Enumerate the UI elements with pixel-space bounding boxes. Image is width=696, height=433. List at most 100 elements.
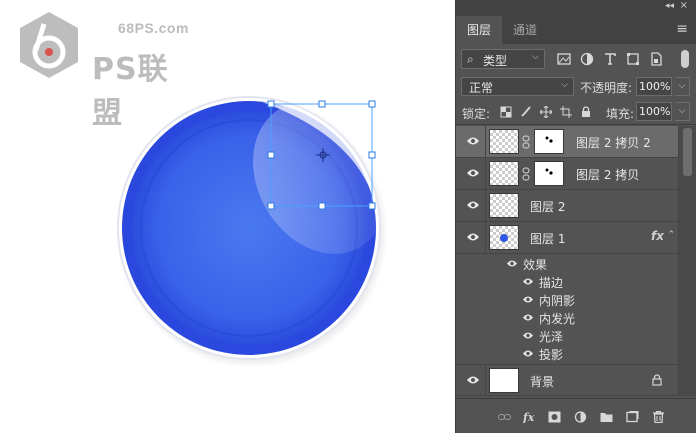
search-icon: ⌕: [467, 52, 474, 66]
layer-mask-thumbnail[interactable]: [534, 161, 564, 186]
fill-dropdown-button[interactable]: ⌵: [675, 102, 690, 121]
effect-label: 投影: [539, 348, 564, 362]
filter-toggle-switch[interactable]: [681, 50, 689, 68]
effect-row-satin[interactable]: 光泽: [456, 327, 678, 345]
effect-label: 光泽: [539, 330, 564, 344]
filter-kind-select[interactable]: ⌕ 类型 ⌵: [461, 49, 545, 69]
layer-name[interactable]: 背景: [530, 373, 554, 390]
layer-row-copy-2[interactable]: 图层 2 拷贝 2: [456, 126, 678, 158]
blend-opacity-row: 正常 ⌵ 不透明度: 100% ⌵: [456, 74, 696, 98]
eye-icon: [467, 169, 479, 177]
fx-icon[interactable]: fx: [651, 229, 664, 243]
layer-thumbnail[interactable]: [489, 129, 519, 154]
panel-menu-icon[interactable]: ≡: [676, 21, 688, 37]
chain-link-icon[interactable]: [522, 135, 530, 149]
chevron-up-icon[interactable]: ⌃: [667, 230, 675, 240]
visibility-toggle[interactable]: [456, 365, 486, 395]
layer-name[interactable]: 图层 2 拷贝: [576, 166, 639, 183]
mask-shape-icon: [545, 136, 553, 143]
lock-position-icon[interactable]: [540, 106, 552, 118]
eye-icon[interactable]: [522, 331, 534, 340]
filter-adjustment-icon[interactable]: [580, 52, 594, 66]
layer-name[interactable]: 图层 2: [530, 198, 565, 215]
effects-group-row[interactable]: 效果: [456, 255, 678, 273]
collapse-panel-icon[interactable]: ◂◂: [665, 1, 674, 11]
link-layers-icon[interactable]: [498, 411, 511, 423]
layer-name[interactable]: 图层 1: [530, 230, 565, 247]
eye-icon: [467, 233, 479, 241]
visibility-toggle[interactable]: [456, 126, 486, 157]
watermark-logo: 68PS.com PS联盟: [14, 10, 189, 131]
effect-label: 描边: [539, 276, 564, 290]
lock-fill-row: 锁定: 填充: 100% ⌵: [456, 98, 696, 125]
effect-label: 内发光: [539, 312, 576, 326]
layer-mask-thumbnail[interactable]: [534, 129, 564, 154]
opacity-dropdown-button[interactable]: ⌵: [675, 77, 690, 96]
mask-shape-icon: [545, 168, 553, 175]
fill-input[interactable]: 100%: [636, 102, 672, 121]
filter-type-icon[interactable]: [603, 52, 617, 66]
lock-artboard-icon[interactable]: [560, 106, 572, 118]
document-canvas[interactable]: 68PS.com PS联盟: [0, 0, 455, 433]
scrollbar-thumb[interactable]: [683, 128, 692, 176]
effect-row-stroke[interactable]: 描边: [456, 273, 678, 291]
panel-bottom-bar: fx: [456, 398, 696, 433]
layer-row-copy[interactable]: 图层 2 拷贝: [456, 158, 678, 190]
eye-icon[interactable]: [522, 349, 534, 358]
trash-icon[interactable]: [652, 411, 665, 423]
close-panel-icon[interactable]: ×: [680, 0, 688, 11]
layer-thumbnail[interactable]: [489, 368, 519, 393]
filter-shape-icon[interactable]: [626, 52, 640, 66]
blend-mode-select[interactable]: 正常 ⌵: [461, 77, 574, 96]
add-fx-icon[interactable]: fx: [523, 411, 536, 423]
photoshop-window: 68PS.com PS联盟 ◂◂ × 图层 通道 ≡ ⌕ 类型 ⌵ 正常 ⌵ 不…: [0, 0, 696, 433]
watermark-site-text: 68PS.com: [118, 20, 189, 36]
visibility-toggle[interactable]: [456, 190, 486, 221]
new-adjustment-layer-icon[interactable]: [574, 411, 587, 423]
opacity-input[interactable]: 100%: [636, 77, 672, 96]
effect-row-drop-shadow[interactable]: 投影: [456, 345, 678, 363]
add-mask-icon[interactable]: [548, 411, 561, 423]
lock-image-pixels-icon[interactable]: [520, 106, 532, 118]
tab-layers[interactable]: 图层: [456, 16, 503, 44]
opacity-label: 不透明度:: [580, 81, 633, 95]
tab-channels[interactable]: 通道: [502, 16, 548, 44]
panel-tabs: 图层 通道 ≡: [456, 14, 696, 44]
layer-thumbnail[interactable]: [489, 225, 519, 250]
visibility-toggle[interactable]: [456, 222, 486, 253]
layers-scrollbar[interactable]: [678, 126, 696, 396]
new-group-folder-icon[interactable]: [600, 411, 613, 423]
layer-thumbnail[interactable]: [489, 161, 519, 186]
blue-orb-artwork: [116, 96, 388, 368]
effect-row-inner-glow[interactable]: 内发光: [456, 309, 678, 327]
effects-label: 效果: [523, 258, 548, 272]
lock-transparent-pixels-icon[interactable]: [500, 106, 512, 118]
layer-row-background[interactable]: 背景: [456, 364, 678, 396]
chain-link-icon[interactable]: [522, 167, 530, 181]
eye-icon: [467, 137, 479, 145]
layer-thumbnail[interactable]: [489, 193, 519, 218]
lock-icon: [652, 374, 662, 386]
lock-label: 锁定:: [462, 107, 491, 121]
new-layer-icon[interactable]: [626, 411, 639, 423]
blue-dot-thumbnail-icon: [500, 234, 508, 242]
eye-icon: [467, 201, 479, 209]
eye-icon[interactable]: [522, 295, 534, 304]
filter-smart-object-icon[interactable]: [649, 52, 663, 66]
eye-icon[interactable]: [522, 313, 534, 322]
filter-pixel-icon[interactable]: [557, 52, 571, 66]
eye-icon[interactable]: [506, 259, 518, 268]
blend-mode-label: 正常: [469, 81, 494, 95]
panel-title-bar: ◂◂ ×: [456, 0, 696, 14]
effect-row-inner-shadow[interactable]: 内阴影: [456, 291, 678, 309]
chevron-down-icon: ⌵: [532, 52, 539, 62]
layer-row-2[interactable]: 图层 2: [456, 190, 678, 222]
layer-row-1[interactable]: 图层 1 fx ⌃: [456, 222, 678, 254]
visibility-toggle[interactable]: [456, 158, 486, 189]
eye-icon[interactable]: [522, 277, 534, 286]
layer-name[interactable]: 图层 2 拷贝 2: [576, 134, 651, 151]
eye-icon: [467, 376, 479, 384]
fill-label: 填充:: [606, 107, 635, 121]
svg-text:fx: fx: [523, 411, 535, 423]
lock-all-icon[interactable]: [580, 106, 592, 118]
